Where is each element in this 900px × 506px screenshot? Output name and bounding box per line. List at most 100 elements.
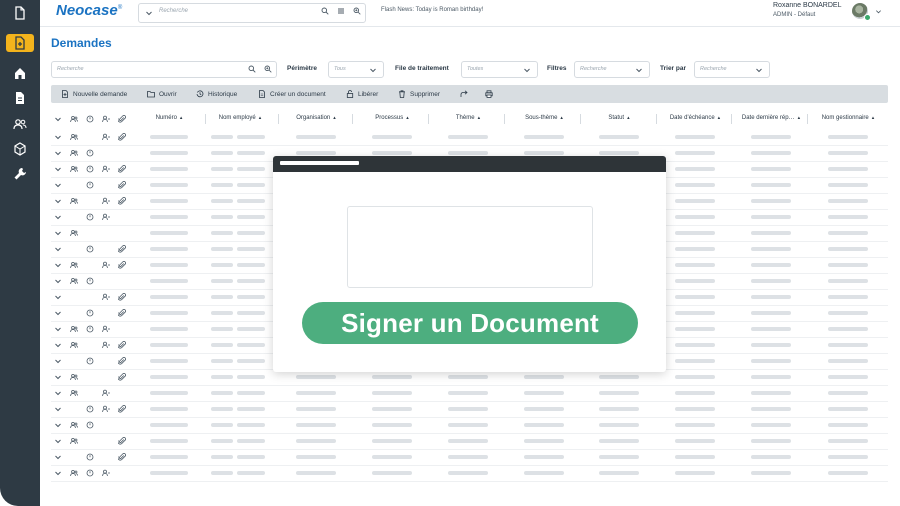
list-icon[interactable] bbox=[337, 7, 345, 15]
table-row[interactable] bbox=[51, 465, 888, 482]
cell-placeholder bbox=[296, 407, 336, 411]
table-row[interactable] bbox=[51, 401, 888, 418]
column-header[interactable]: Date d'échéance ▴ bbox=[658, 115, 732, 121]
home-icon[interactable] bbox=[12, 65, 28, 81]
sign-document-button[interactable]: Signer un Document bbox=[302, 302, 638, 344]
chevron-down-icon[interactable] bbox=[54, 309, 62, 317]
cell-placeholder bbox=[237, 311, 265, 315]
chevron-down-icon[interactable] bbox=[54, 165, 62, 173]
chevron-down-icon[interactable] bbox=[54, 437, 62, 445]
wrench-icon[interactable] bbox=[12, 166, 28, 182]
open-button[interactable]: Ouvrir bbox=[147, 85, 177, 103]
delete-button[interactable]: Supprimer bbox=[398, 85, 440, 103]
search-icon[interactable] bbox=[321, 7, 329, 15]
sort-icon[interactable]: ▴ bbox=[406, 115, 409, 121]
chevron-down-icon[interactable] bbox=[54, 293, 62, 301]
cell-placeholder bbox=[237, 215, 265, 219]
sort-icon[interactable]: ▴ bbox=[333, 115, 336, 121]
chevron-down-icon[interactable] bbox=[54, 261, 62, 269]
column-header[interactable]: Numéro ▴ bbox=[132, 115, 206, 121]
chevron-down-icon[interactable] bbox=[54, 357, 62, 365]
table-row[interactable] bbox=[51, 433, 888, 450]
chevron-down-icon[interactable] bbox=[54, 213, 62, 221]
filtres-select[interactable]: Recherche bbox=[574, 61, 650, 78]
chevron-down-icon[interactable] bbox=[54, 115, 62, 123]
chevron-down-icon[interactable] bbox=[54, 453, 62, 461]
chevron-down-icon[interactable] bbox=[54, 277, 62, 285]
users-icon[interactable] bbox=[12, 116, 28, 132]
sort-icon[interactable]: ▴ bbox=[627, 115, 630, 121]
search-icon[interactable] bbox=[248, 65, 256, 73]
chevron-down-icon[interactable] bbox=[54, 421, 62, 429]
cube-icon[interactable] bbox=[12, 141, 28, 157]
global-search-input[interactable]: Recherche bbox=[138, 3, 366, 23]
table-row[interactable] bbox=[51, 129, 888, 146]
cell-placeholder bbox=[751, 327, 791, 331]
chevron-down-icon[interactable] bbox=[54, 341, 62, 349]
chevron-down-icon[interactable] bbox=[54, 469, 62, 477]
trier-par-select[interactable]: Recherche bbox=[694, 61, 770, 78]
column-header[interactable]: Nom gestionnaire ▴ bbox=[811, 115, 885, 121]
sort-icon[interactable]: ▴ bbox=[560, 115, 563, 121]
create-document-button[interactable]: Créer un document bbox=[258, 85, 326, 103]
perimetre-select[interactable]: Tous bbox=[328, 61, 384, 78]
assign-user-icon bbox=[102, 293, 110, 301]
chevron-down-icon[interactable] bbox=[875, 8, 882, 15]
forward-button[interactable] bbox=[460, 85, 468, 103]
history-button[interactable]: Historique bbox=[196, 85, 237, 103]
cell-placeholder bbox=[675, 439, 715, 443]
cell-placeholder bbox=[211, 391, 233, 395]
column-header[interactable]: Thème ▴ bbox=[431, 115, 505, 121]
document-icon[interactable] bbox=[12, 5, 28, 21]
column-header-label: Processus bbox=[375, 115, 404, 121]
attachment-icon bbox=[118, 181, 126, 189]
new-request-button[interactable]: Nouvelle demande bbox=[61, 85, 127, 103]
chevron-down-icon[interactable] bbox=[54, 197, 62, 205]
column-header[interactable]: Statut ▴ bbox=[582, 115, 656, 121]
column-header[interactable]: Organisation ▴ bbox=[279, 115, 353, 121]
cell-placeholder bbox=[448, 471, 488, 475]
sort-icon[interactable]: ▴ bbox=[798, 115, 801, 121]
assign-user-icon bbox=[102, 325, 110, 333]
chevron-down-icon[interactable] bbox=[54, 181, 62, 189]
file-icon[interactable] bbox=[12, 90, 28, 106]
cell-placeholder bbox=[211, 279, 233, 283]
sort-icon[interactable]: ▴ bbox=[259, 115, 262, 121]
chevron-down-icon[interactable] bbox=[54, 149, 62, 157]
file-traitement-select[interactable]: Toutes bbox=[461, 61, 538, 78]
chevron-down-icon[interactable] bbox=[54, 389, 62, 397]
column-header[interactable]: Sous-thème ▴ bbox=[507, 115, 581, 121]
sort-icon[interactable]: ▴ bbox=[718, 115, 721, 121]
cell-placeholder bbox=[675, 295, 715, 299]
column-header[interactable]: Nom employé ▴ bbox=[203, 115, 277, 121]
sort-icon[interactable]: ▴ bbox=[872, 115, 875, 121]
clock-icon bbox=[86, 277, 94, 285]
zoom-search-icon[interactable] bbox=[264, 65, 272, 73]
chevron-down-icon[interactable] bbox=[54, 405, 62, 413]
chevron-down-icon[interactable] bbox=[54, 133, 62, 141]
table-row[interactable] bbox=[51, 417, 888, 434]
print-button[interactable] bbox=[485, 85, 493, 103]
zoom-search-icon[interactable] bbox=[353, 7, 361, 15]
column-header[interactable]: Processus ▴ bbox=[355, 115, 429, 121]
clock-icon bbox=[86, 213, 94, 221]
chevron-down-icon bbox=[756, 68, 762, 73]
sort-icon[interactable]: ▴ bbox=[180, 115, 183, 121]
neocase-logo[interactable]: Neocase® bbox=[56, 2, 122, 19]
chevron-down-icon bbox=[636, 68, 642, 73]
requests-search-input[interactable]: Recherche bbox=[51, 61, 277, 78]
users-icon bbox=[70, 373, 78, 381]
sort-icon[interactable]: ▴ bbox=[478, 115, 481, 121]
chevron-down-icon[interactable] bbox=[54, 229, 62, 237]
chevron-down-icon[interactable] bbox=[54, 325, 62, 333]
cell-placeholder bbox=[524, 151, 564, 155]
chevron-down-icon[interactable] bbox=[54, 245, 62, 253]
table-row[interactable] bbox=[51, 385, 888, 402]
release-button[interactable]: Libérer bbox=[346, 85, 378, 103]
chevron-down-icon[interactable] bbox=[54, 373, 62, 381]
add-document-icon[interactable] bbox=[12, 35, 28, 51]
chevron-down-icon[interactable] bbox=[145, 9, 153, 17]
column-header[interactable]: Date dernière rép… ▴ bbox=[734, 115, 808, 121]
table-row[interactable] bbox=[51, 449, 888, 466]
signature-area[interactable] bbox=[347, 206, 593, 288]
